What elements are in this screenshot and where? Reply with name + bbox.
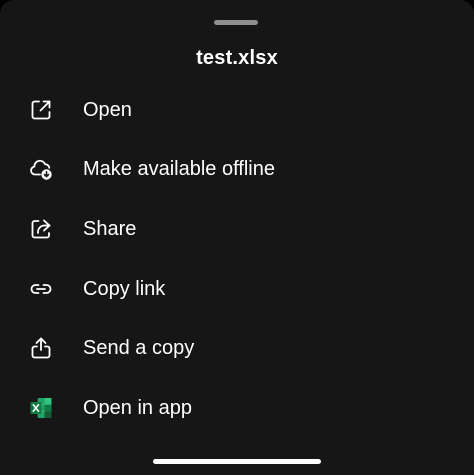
menu-item-make-available-offline[interactable]: Make available offline — [0, 140, 474, 200]
cloud-download-icon — [28, 156, 54, 182]
action-menu: Open Make available offline Share Copy l… — [0, 80, 474, 438]
open-external-icon — [28, 97, 54, 123]
menu-item-label: Share — [83, 217, 137, 240]
menu-item-label: Open — [83, 98, 132, 121]
menu-item-label: Copy link — [83, 277, 166, 300]
sheet-grabber-handle[interactable] — [214, 20, 258, 25]
excel-icon — [28, 395, 54, 421]
menu-item-label: Make available offline — [83, 158, 275, 181]
menu-item-open[interactable]: Open — [0, 80, 474, 140]
share-icon — [28, 216, 54, 242]
menu-item-copy-link[interactable]: Copy link — [0, 259, 474, 319]
menu-item-label: Send a copy — [83, 337, 195, 360]
home-indicator — [153, 459, 321, 464]
link-icon — [28, 276, 54, 302]
menu-item-label: Open in app — [83, 396, 192, 419]
menu-item-share[interactable]: Share — [0, 199, 474, 259]
action-sheet: test.xlsx Open Make available offline Sh… — [0, 0, 474, 475]
send-copy-icon — [28, 335, 54, 361]
menu-item-send-a-copy[interactable]: Send a copy — [0, 318, 474, 378]
sheet-title: test.xlsx — [196, 47, 278, 69]
menu-item-open-in-app[interactable]: Open in app — [0, 378, 474, 438]
